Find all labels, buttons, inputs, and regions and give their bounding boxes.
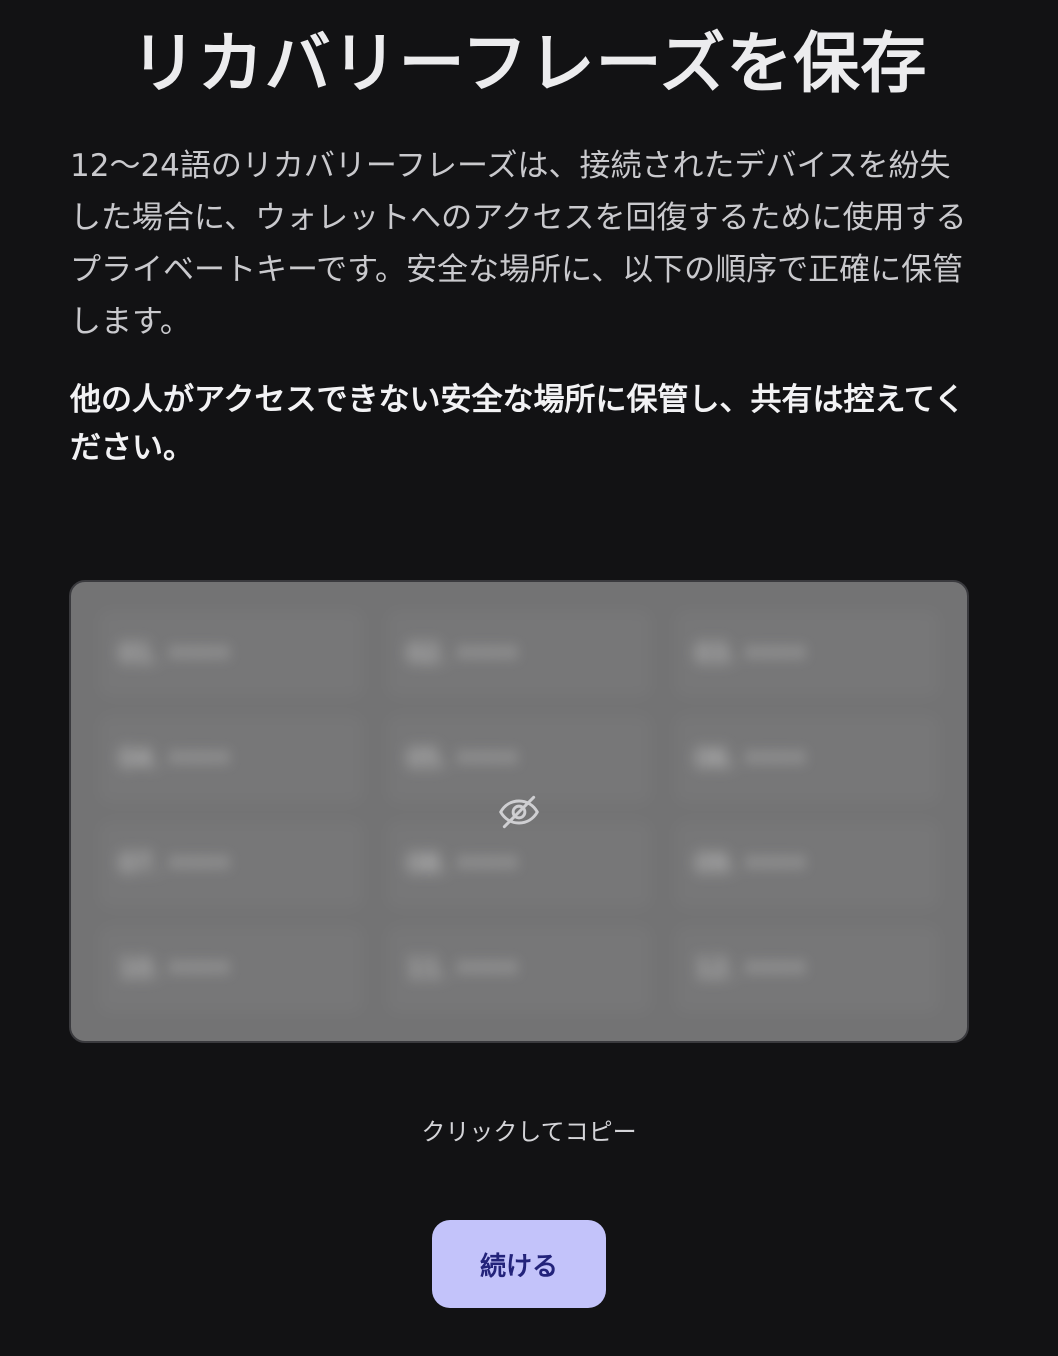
- click-to-copy-label[interactable]: クリックしてコピー: [0, 1112, 1058, 1147]
- word-cell-7: 07. ••••: [99, 821, 363, 908]
- page-title: リカバリーフレーズを保存: [130, 25, 928, 102]
- word-cell-1: 01. ••••: [99, 610, 363, 697]
- word-cell-10: 10. ••••: [99, 926, 363, 1013]
- word-cell-11: 11. ••••: [387, 926, 651, 1013]
- word-cell-4: 04. ••••: [99, 715, 363, 802]
- word-cell-2: 02. ••••: [387, 610, 651, 697]
- save-recovery-phrase-page: リカバリーフレーズを保存 12〜24語のリカバリーフレーズは、接続されたデバイス…: [0, 0, 1058, 1356]
- description-text: 12〜24語のリカバリーフレーズは、接続されたデバイスを紛失した場合に、ウォレッ…: [70, 148, 967, 340]
- continue-button[interactable]: 続ける: [432, 1220, 606, 1308]
- word-cell-6: 06. ••••: [675, 715, 939, 802]
- word-cell-3: 03. ••••: [675, 610, 939, 697]
- eye-off-icon[interactable]: [497, 790, 541, 834]
- word-cell-8: 08. ••••: [387, 821, 651, 908]
- recovery-phrase-box[interactable]: 01. •••• 02. •••• 03. •••• 04. •••• 05. …: [69, 580, 969, 1043]
- word-cell-12: 12. ••••: [675, 926, 939, 1013]
- warning-text: 他の人がアクセスできない安全な場所に保管し、共有は控えてください。: [70, 382, 965, 466]
- word-cell-9: 09. ••••: [675, 821, 939, 908]
